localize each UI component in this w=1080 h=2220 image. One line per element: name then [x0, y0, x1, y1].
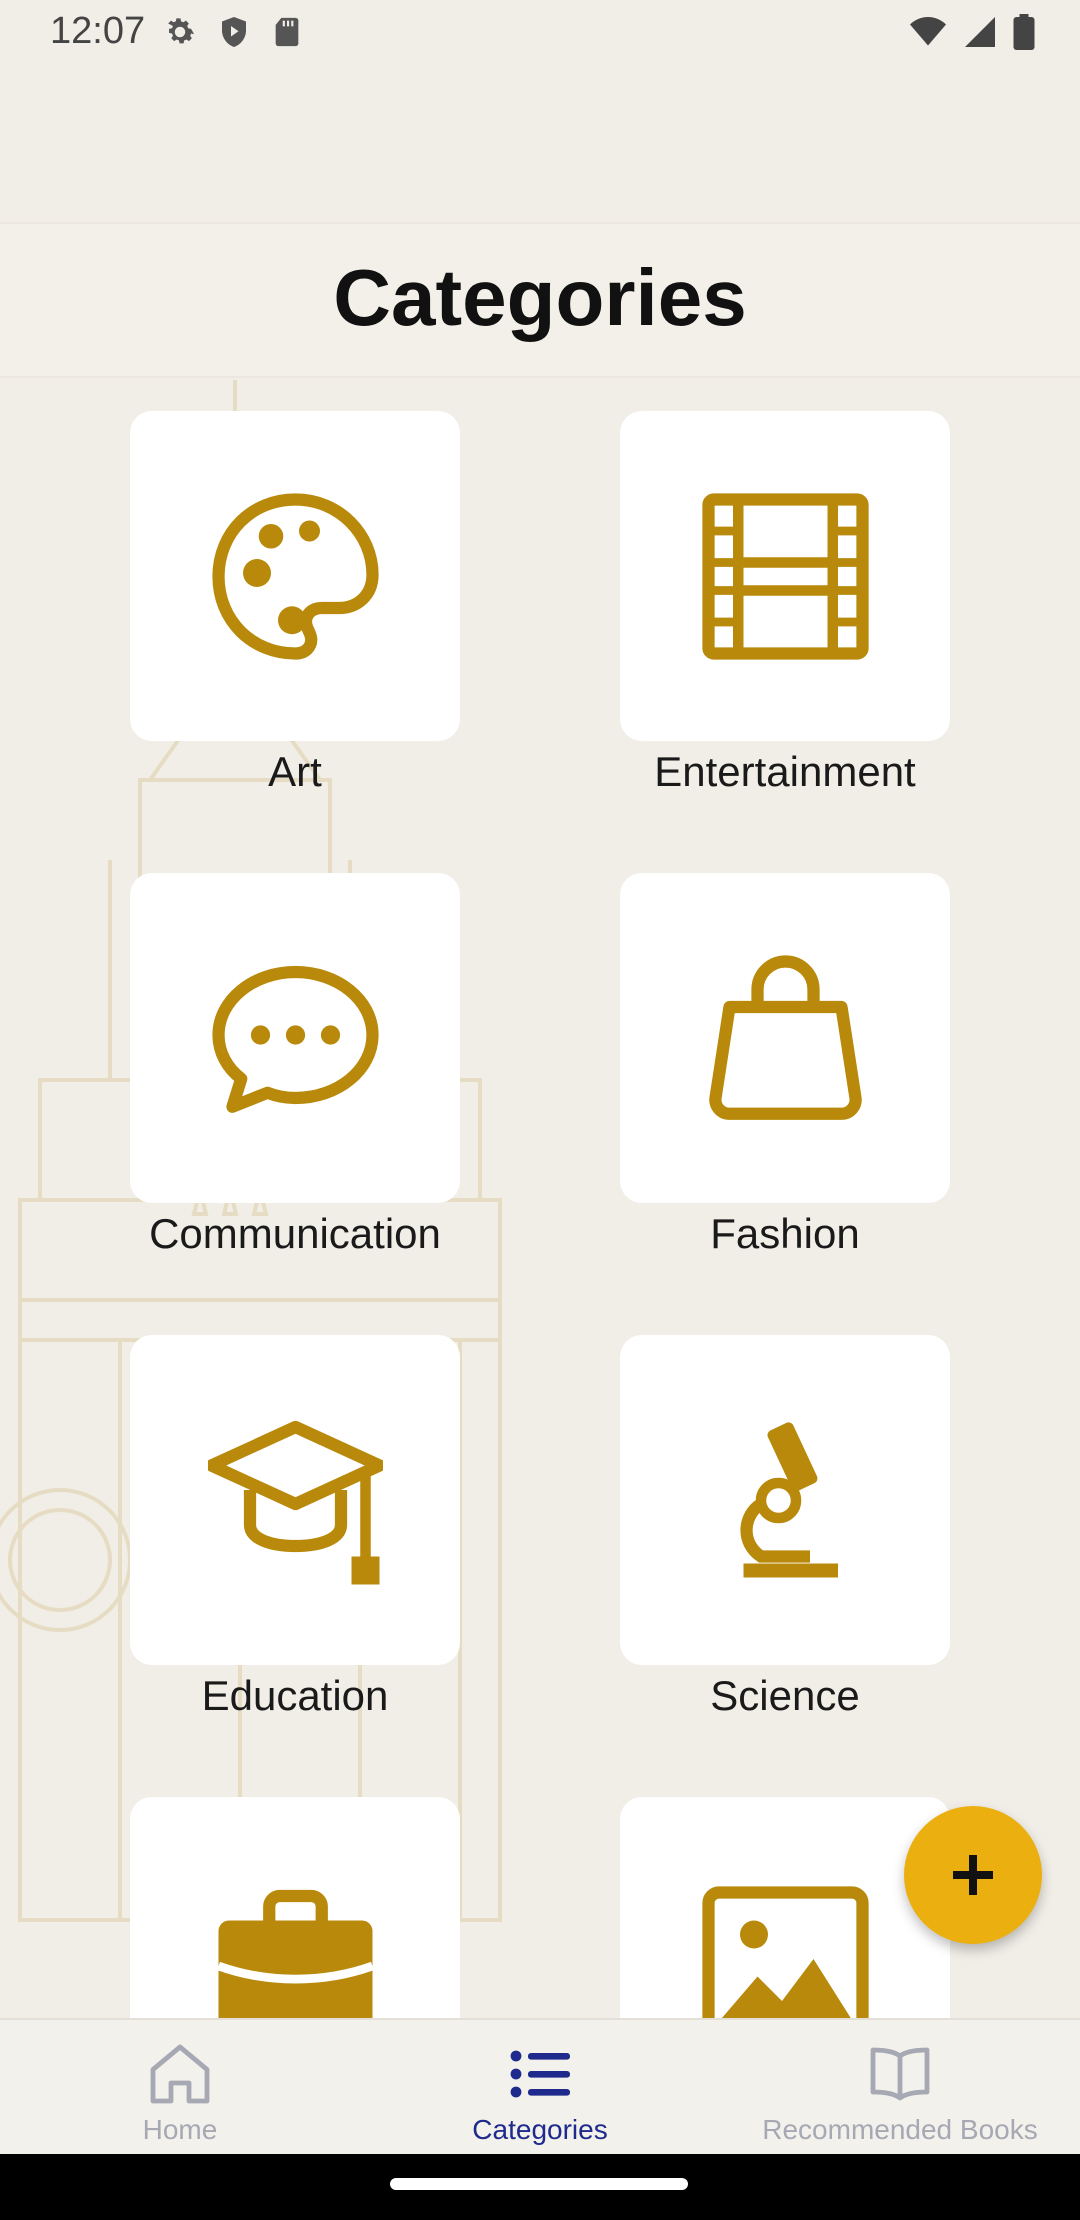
- system-gesture-bar: [0, 2154, 1080, 2220]
- nav-item-categories[interactable]: Categories: [360, 2020, 720, 2154]
- home-icon: [150, 2044, 210, 2104]
- nav-item-home[interactable]: Home: [0, 2020, 360, 2154]
- category-grid: Art Entertainment Communication Fashion …: [0, 0, 1080, 2018]
- add-category-button[interactable]: [904, 1806, 1042, 1944]
- category-card-education[interactable]: [130, 1335, 460, 1665]
- graduation-cap-icon: [207, 1420, 383, 1584]
- microscope-icon: [739, 1421, 838, 1577]
- category-label-communication: Communication: [149, 1210, 441, 1257]
- film-icon: [701, 492, 869, 660]
- category-card-science[interactable]: [620, 1335, 950, 1665]
- chat-bubble-icon: [211, 965, 379, 1113]
- category-card-entertainment[interactable]: [620, 411, 950, 741]
- nav-label-categories: Categories: [472, 2114, 608, 2145]
- nav-label-recommended-books: Recommended Books: [762, 2114, 1038, 2145]
- home-gesture-handle[interactable]: [390, 2178, 688, 2190]
- palette-icon: [211, 492, 379, 660]
- category-card-communication[interactable]: [130, 873, 460, 1203]
- category-label-fashion: Fashion: [710, 1210, 860, 1257]
- bottom-navigation: Home Categories Recommended Books: [0, 2018, 1080, 2154]
- category-label-science: Science: [710, 1672, 860, 1719]
- list-icon: [510, 2050, 570, 2098]
- category-card-fashion[interactable]: [620, 873, 950, 1203]
- book-icon: [870, 2047, 930, 2101]
- category-card-photography[interactable]: [620, 1797, 950, 2018]
- category-card-art[interactable]: [130, 411, 460, 741]
- category-label-entertainment: Entertainment: [654, 748, 916, 795]
- briefcase-icon: [216, 1889, 374, 2018]
- plus-icon: [953, 1855, 993, 1895]
- nav-item-recommended-books[interactable]: Recommended Books: [720, 2020, 1080, 2154]
- nav-label-home: Home: [142, 2114, 218, 2145]
- shopping-bag-icon: [708, 954, 862, 1120]
- category-card-business[interactable]: [130, 1797, 460, 2018]
- category-label-education: Education: [201, 1672, 389, 1719]
- category-label-art: Art: [268, 748, 322, 795]
- image-icon: [701, 1885, 869, 2018]
